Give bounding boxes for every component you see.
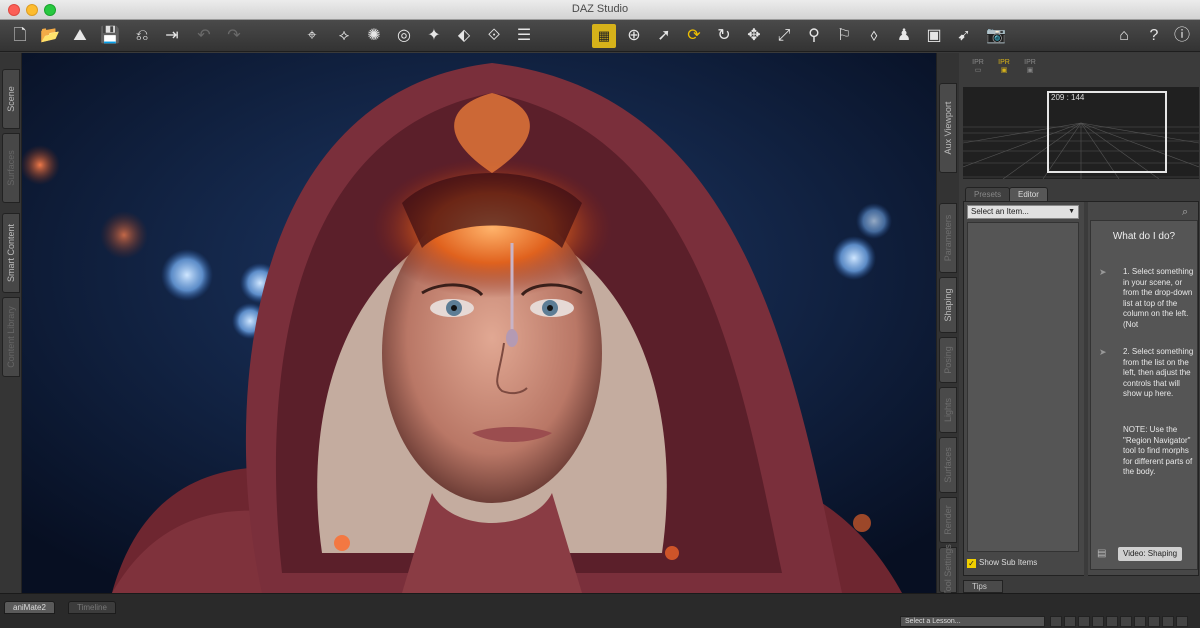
video-icon: ▤	[1097, 548, 1107, 559]
tab-scene[interactable]: Scene	[2, 69, 20, 129]
translate-icon[interactable]: ✥	[742, 24, 766, 48]
lesson-option-button[interactable]	[1148, 616, 1160, 627]
help-step-2: ➤ 2. Select something from the list on t…	[1099, 347, 1194, 398]
ipr-active-icon[interactable]: IPR ▣	[993, 59, 1015, 83]
item-list[interactable]	[967, 222, 1079, 552]
tab-surfaces[interactable]: Surfaces	[2, 133, 20, 203]
scene-navigator-icon[interactable]: ⟐	[482, 24, 506, 48]
home-icon[interactable]: ⌂	[1112, 24, 1136, 48]
tab-surfaces-right[interactable]: Surfaces	[939, 437, 957, 493]
export-icon[interactable]: ⇥	[160, 24, 184, 48]
lesson-first-button[interactable]	[1050, 616, 1062, 627]
undo-icon[interactable]: ↶	[192, 24, 216, 48]
tab-animate2[interactable]: aniMate2	[4, 601, 55, 614]
lesson-last-button[interactable]	[1106, 616, 1118, 627]
lesson-prev-button[interactable]	[1064, 616, 1076, 627]
active-pose-icon[interactable]: ⟳	[682, 24, 706, 48]
node-pointer-icon[interactable]: ➹	[952, 24, 976, 48]
left-tab-strip: Scene Surfaces Smart Content Content Lib…	[0, 53, 22, 593]
open-folder-icon[interactable]: ⛰	[68, 24, 92, 48]
transform-icon[interactable]: ⬖	[452, 24, 476, 48]
rotate-icon[interactable]: ↻	[712, 24, 736, 48]
tab-lights[interactable]: Lights	[939, 387, 957, 433]
aux-readout: 209 : 144	[1051, 93, 1085, 102]
main-toolbar: 🗋 📂 ⛰ 💾 ⎌ ⇥ ↶ ↷ ⌖ ⟡ ✺ ◎ ✦ ⬖ ⟐ ☰ ▦ ⊕ ➚ ⟳ …	[0, 20, 1200, 52]
help-step-1: ➤ 1. Select something in your scene, or …	[1099, 267, 1194, 329]
right-tab-strip: Aux Viewport Parameters Shaping Posing L…	[937, 53, 959, 598]
chevron-down-icon: ▼	[1068, 208, 1075, 215]
universal-tool-icon[interactable]: ⚐	[832, 24, 856, 48]
video-shaping-button[interactable]: Video: Shaping	[1118, 547, 1183, 561]
lesson-stop-button[interactable]	[1120, 616, 1132, 627]
render-active-icon[interactable]: ▦	[592, 24, 616, 48]
tab-editor[interactable]: Editor	[1009, 187, 1048, 201]
help-panel: What do I do? ➤ 1. Select something in y…	[1090, 220, 1198, 570]
tab-smart-content[interactable]: Smart Content	[2, 213, 20, 293]
lesson-play-button[interactable]	[1078, 616, 1090, 627]
new-file-icon[interactable]: 🗋	[8, 24, 32, 48]
paint-icon[interactable]: ⬨	[862, 24, 886, 48]
tab-render[interactable]: Render	[939, 497, 957, 543]
geometry-editor-icon[interactable]: ✦	[422, 24, 446, 48]
aux-viewport[interactable]: 209 : 144	[963, 87, 1199, 179]
bottom-bar: aniMate2 Timeline Select a Lesson...	[0, 593, 1200, 628]
title-bar: DAZ Studio	[0, 0, 1200, 20]
tab-parameters[interactable]: Parameters	[939, 203, 957, 273]
joint-editor-icon[interactable]: ⟡	[332, 24, 356, 48]
tab-tips[interactable]: Tips	[963, 580, 1003, 593]
render-camera-icon[interactable]: 📷	[984, 24, 1008, 48]
search-icon[interactable]: ⌕	[1182, 206, 1188, 219]
help-title: What do I do?	[1112, 231, 1176, 242]
tab-tool-settings[interactable]: Tool Settings	[939, 544, 957, 596]
lesson-next-button[interactable]	[1092, 616, 1104, 627]
help-icon[interactable]: ?	[1142, 24, 1166, 48]
ipr-off-icon[interactable]: IPR ▭	[967, 59, 989, 83]
open-file-icon[interactable]: 📂	[38, 24, 62, 48]
figure-pose-icon[interactable]: ⚲	[802, 24, 826, 48]
check-icon: ✓	[967, 559, 976, 568]
window-title: DAZ Studio	[571, 3, 629, 15]
lesson-select[interactable]: Select a Lesson...	[900, 616, 1045, 627]
panel-splitter[interactable]	[1084, 202, 1088, 577]
camera-orbit-icon[interactable]: ⊕	[622, 24, 646, 48]
pointer-icon[interactable]: ➚	[652, 24, 676, 48]
tab-aux-viewport[interactable]: Aux Viewport	[939, 83, 957, 173]
camera-frame	[1047, 91, 1167, 173]
surface-selection-icon[interactable]: ✺	[362, 24, 386, 48]
menu-icon[interactable]: ☰	[512, 24, 536, 48]
undo-history-icon[interactable]: ⎌	[130, 24, 154, 48]
redo-icon[interactable]: ↷	[222, 24, 246, 48]
tab-shaping[interactable]: Shaping	[939, 277, 957, 333]
puppeteer-icon[interactable]: ♟	[892, 24, 916, 48]
node-select-icon[interactable]: ⌖	[300, 24, 324, 48]
lesson-option-button[interactable]	[1162, 616, 1174, 627]
tab-posing[interactable]: Posing	[939, 337, 957, 383]
scale-icon[interactable]: ⤢	[772, 24, 796, 48]
lesson-option-button[interactable]	[1176, 616, 1188, 627]
item-select[interactable]: Select an Item... ▼	[967, 205, 1079, 219]
lesson-option-button[interactable]	[1134, 616, 1146, 627]
save-icon[interactable]: 💾	[98, 24, 122, 48]
region-navigator-icon[interactable]: ◎	[392, 24, 416, 48]
tab-content-library[interactable]: Content Library	[2, 297, 20, 377]
pointer-arrow-icon: ➤	[1099, 347, 1107, 357]
shaping-panel: Select an Item... ▼ ⌕ What do I do? ➤ 1.…	[963, 201, 1199, 577]
pointer-arrow-icon: ➤	[1099, 267, 1107, 277]
info-icon[interactable]: ⓘ	[1170, 24, 1194, 48]
ipr-render-icon[interactable]: IPR ▣	[1019, 59, 1041, 83]
tab-presets[interactable]: Presets	[965, 187, 1011, 201]
tab-timeline[interactable]: Timeline	[68, 601, 116, 614]
right-pane: Aux Viewport Parameters Shaping Posing L…	[936, 53, 1200, 598]
main-viewport[interactable]	[22, 53, 936, 593]
show-sub-items-checkbox[interactable]: ✓ Show Sub Items	[967, 558, 1037, 568]
render-image	[22, 53, 936, 593]
help-note: NOTE: Use the "Region Navigator" tool to…	[1123, 425, 1193, 476]
spot-render-icon[interactable]: ▣	[922, 24, 946, 48]
